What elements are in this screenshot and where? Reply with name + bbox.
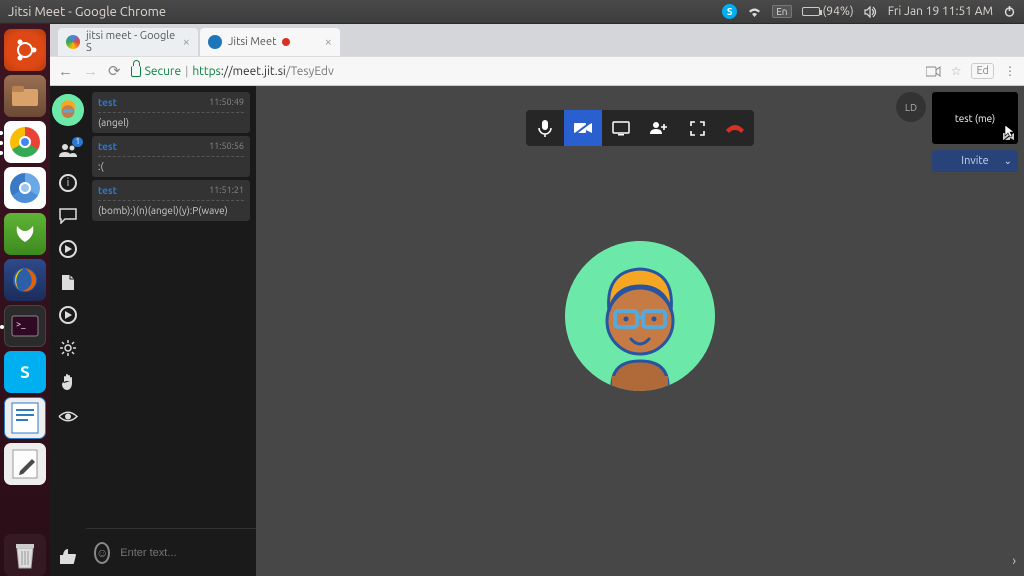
secure-label: Secure — [145, 65, 182, 78]
jitsi-side-rail: 1 i — [50, 86, 86, 576]
wifi-icon[interactable] — [747, 6, 762, 18]
shared-doc-icon[interactable] — [58, 272, 78, 292]
cursor-icon — [1004, 124, 1016, 138]
feedback-icon[interactable] — [58, 546, 78, 566]
nav-back-icon[interactable]: ← — [58, 62, 73, 80]
url-host: ://meet.jit.si — [221, 65, 286, 78]
chat-input-row: ☺ — [86, 528, 256, 576]
camera-button[interactable] — [564, 110, 602, 146]
firefox-icon[interactable] — [4, 259, 46, 301]
participant-initials-avatar[interactable]: LD — [896, 92, 926, 122]
tab-jitsi-meet[interactable]: Jitsi Meet × — [200, 28, 340, 56]
svg-text:S: S — [20, 363, 30, 382]
url-path: /TesyEdv — [286, 65, 334, 78]
unity-launcher: >_ S — [0, 24, 50, 576]
emoji-icon[interactable]: ☺ — [94, 542, 110, 564]
live-stream-icon[interactable] — [59, 306, 77, 324]
battery-percent: (94%) — [823, 5, 854, 18]
invite-dropdown[interactable]: Invite ⌄ — [932, 150, 1018, 172]
chat-text-input[interactable] — [118, 546, 264, 560]
text-editor-icon[interactable] — [4, 443, 46, 485]
hangup-button[interactable] — [716, 110, 754, 146]
thumbnail-strip: LD test (me) — [896, 92, 1018, 144]
fullscreen-button[interactable] — [678, 110, 716, 146]
ubuntu-dash-icon[interactable] — [4, 29, 46, 71]
volume-icon[interactable] — [864, 6, 878, 18]
jitsi-app: 1 i — [50, 86, 1024, 576]
user-avatar-icon[interactable] — [52, 94, 84, 126]
spring-ide-icon[interactable] — [4, 213, 46, 255]
address-bar: ← → ⟳ Secure | https://meet.jit.si/TesyE… — [50, 56, 1024, 86]
system-top-bar: Jitsi Meet - Google Chrome S En (94%) Fr… — [0, 0, 1024, 24]
recording-indicator-icon — [282, 38, 290, 46]
tab-title: Jitsi Meet — [228, 36, 276, 48]
skype-icon[interactable]: S — [4, 351, 46, 393]
chrome-icon[interactable] — [4, 121, 46, 163]
chat-panel: test 11:50:49 (angel) test 11:50:56 :( t… — [86, 86, 256, 576]
raise-hand-icon[interactable] — [58, 372, 78, 392]
tab-title: jitsi meet - Google S — [86, 30, 177, 54]
expand-filmstrip-icon[interactable]: › — [1012, 554, 1016, 568]
lock-icon — [131, 66, 141, 77]
chat-body: (angel) — [98, 117, 244, 128]
tab-strip: jitsi meet - Google S × Jitsi Meet × — [50, 24, 1024, 56]
window-title: Jitsi Meet - Google Chrome — [8, 5, 166, 19]
battery-icon[interactable]: (94%) — [802, 5, 854, 18]
chromium-icon[interactable] — [4, 167, 46, 209]
video-stage: LD test (me) Invite ⌄ › — [256, 86, 1024, 576]
chat-time: 11:51:21 — [209, 185, 244, 195]
tab-google-search[interactable]: jitsi meet - Google S × — [58, 28, 198, 56]
clock-text[interactable]: Fri Jan 19 11:51 AM — [888, 5, 993, 18]
chat-icon[interactable] — [58, 206, 78, 226]
chat-message: test 11:50:56 :( — [92, 136, 250, 177]
profile-chip[interactable]: Ed — [971, 63, 994, 79]
chrome-window: jitsi meet - Google S × Jitsi Meet × ← →… — [50, 24, 1024, 576]
url-field[interactable]: Secure | https://meet.jit.si/TesyEdv — [131, 65, 916, 78]
url-scheme: https — [192, 65, 221, 78]
skype-tray-icon[interactable]: S — [722, 4, 737, 19]
chat-body: :( — [98, 161, 244, 172]
chat-time: 11:50:49 — [209, 97, 244, 107]
jitsi-favicon-icon — [208, 35, 222, 49]
shutdown-icon[interactable] — [1003, 5, 1016, 18]
chat-messages: test 11:50:49 (angel) test 11:50:56 :( t… — [86, 86, 256, 528]
close-tab-icon[interactable]: × — [325, 35, 332, 49]
chat-time: 11:50:56 — [209, 141, 244, 151]
participants-icon[interactable]: 1 — [58, 140, 78, 160]
screenshare-button[interactable] — [602, 110, 640, 146]
libreoffice-writer-icon[interactable] — [4, 397, 46, 439]
secure-indicator: Secure — [131, 65, 182, 78]
record-icon[interactable] — [59, 240, 77, 258]
chat-message: test 11:50:49 (angel) — [92, 92, 250, 133]
info-icon[interactable]: i — [59, 174, 77, 192]
main-participant-avatar — [565, 241, 715, 391]
nav-forward-icon: → — [83, 62, 98, 80]
chrome-menu-icon[interactable]: ⋮ — [1004, 64, 1016, 78]
participants-badge: 1 — [72, 137, 83, 147]
close-tab-icon[interactable]: × — [183, 35, 190, 49]
google-favicon-icon — [66, 35, 80, 49]
chat-message: test 11:51:21 (bomb):)(n)(angel)(y):P(wa… — [92, 180, 250, 221]
camera-indicator-icon[interactable] — [926, 66, 941, 77]
files-icon[interactable] — [4, 75, 46, 117]
language-indicator[interactable]: En — [772, 5, 791, 18]
nav-reload-icon[interactable]: ⟳ — [108, 62, 121, 80]
chevron-down-icon: ⌄ — [1004, 155, 1012, 167]
settings-icon[interactable] — [58, 338, 78, 358]
invite-button[interactable] — [640, 110, 678, 146]
bookmark-star-icon[interactable]: ☆ — [951, 64, 962, 78]
trash-icon[interactable] — [4, 534, 46, 576]
chat-body: (bomb):)(n)(angel)(y):P(wave) — [98, 205, 244, 216]
view-icon[interactable] — [58, 406, 78, 426]
call-toolbar — [526, 110, 754, 146]
system-tray: S En (94%) Fri Jan 19 11:51 AM — [722, 4, 1016, 19]
svg-text:>_: >_ — [16, 319, 26, 329]
mic-button[interactable] — [526, 110, 564, 146]
invite-label: Invite — [961, 155, 989, 167]
self-label: test (me) — [955, 113, 995, 124]
self-thumbnail[interactable]: test (me) — [932, 92, 1018, 144]
terminal-icon[interactable]: >_ — [4, 305, 46, 347]
